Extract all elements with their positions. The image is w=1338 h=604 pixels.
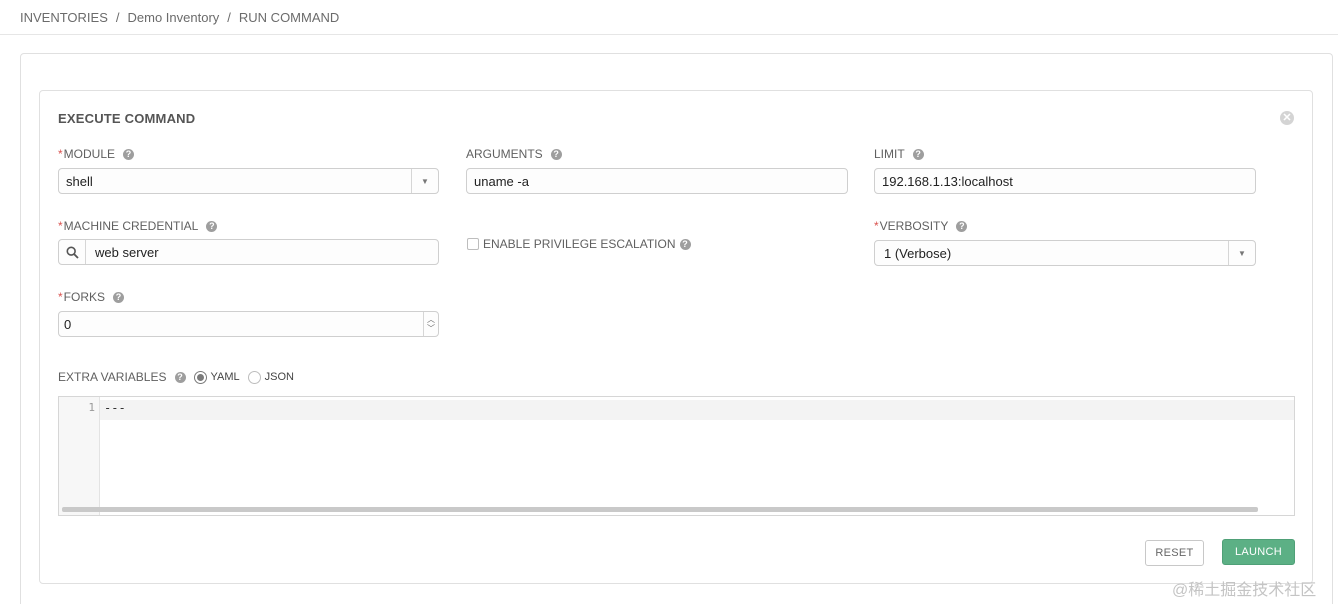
module-value: shell (66, 173, 93, 189)
forks-label: * FORKS? (58, 290, 125, 304)
machine-credential-label: * MACHINE CREDENTIAL? (58, 219, 218, 233)
yaml-radio[interactable] (193, 370, 207, 384)
verbosity-label: * VERBOSITY? (874, 219, 968, 233)
privilege-escalation-checkbox[interactable] (467, 238, 479, 250)
spinner-up-icon[interactable]: ︿ (427, 315, 435, 324)
chevron-down-icon[interactable]: ▼ (411, 169, 438, 193)
privilege-escalation-label: ENABLE PRIVILEGE ESCALATION (483, 237, 676, 251)
json-radio-label[interactable]: JSON (265, 371, 294, 383)
module-select[interactable]: shell ▼ (58, 168, 439, 194)
arguments-value: uname -a (474, 173, 529, 189)
horizontal-scrollbar[interactable] (62, 507, 1258, 512)
spinner-down-icon[interactable]: ﹀ (427, 324, 435, 333)
machine-credential-lookup[interactable]: web server (58, 239, 439, 265)
limit-label: LIMIT? (874, 147, 924, 161)
json-radio[interactable] (247, 370, 261, 384)
help-icon[interactable]: ? (912, 148, 924, 160)
breadcrumb: INVENTORIES / Demo Inventory / RUN COMMAND (0, 0, 1338, 35)
help-icon[interactable]: ? (679, 238, 691, 250)
breadcrumb-run-command: RUN COMMAND (238, 10, 340, 25)
editor-content[interactable]: --- (104, 401, 126, 415)
forks-input[interactable]: 0 ︿ ﹀ (58, 311, 439, 337)
breadcrumb-demo-inventory[interactable]: Demo Inventory (128, 10, 220, 25)
help-icon[interactable]: ? (206, 220, 218, 232)
limit-value: 192.168.1.13:localhost (882, 173, 1013, 189)
verbosity-value: 1 (Verbose) (884, 245, 952, 261)
machine-credential-value: web server (95, 244, 159, 260)
arguments-label: ARGUMENTS? (466, 147, 562, 161)
privilege-escalation-row: ENABLE PRIVILEGE ESCALATION? (467, 237, 691, 251)
verbosity-select[interactable]: 1 (Verbose) ▼ (874, 240, 1256, 266)
search-icon[interactable] (59, 240, 86, 264)
breadcrumb-inventories[interactable]: INVENTORIES (20, 10, 108, 25)
help-icon[interactable]: ? (123, 148, 135, 160)
watermark: @稀土掘金技术社区 (1172, 582, 1317, 599)
line-number: 1 (88, 401, 95, 414)
extra-variables-editor[interactable]: 1 --- (58, 396, 1295, 516)
help-icon[interactable]: ? (174, 371, 186, 383)
close-icon[interactable]: ✕ (1280, 111, 1294, 125)
active-line-highlight (100, 400, 1294, 420)
number-spinner[interactable]: ︿ ﹀ (423, 312, 438, 336)
breadcrumb-separator: / (115, 10, 120, 25)
help-icon[interactable]: ? (550, 148, 562, 160)
limit-input[interactable]: 192.168.1.13:localhost (874, 168, 1256, 194)
help-icon[interactable]: ? (956, 220, 968, 232)
reset-button[interactable]: RESET (1145, 540, 1204, 566)
module-label: * MODULE? (58, 147, 135, 161)
breadcrumb-separator: / (227, 10, 231, 25)
extra-variables-label: EXTRA VARIABLES? YAML JSON (58, 370, 294, 384)
chevron-down-icon[interactable]: ▼ (1228, 241, 1255, 265)
yaml-radio-label[interactable]: YAML (211, 371, 240, 383)
arguments-input[interactable]: uname -a (466, 168, 848, 194)
panel-title: EXECUTE COMMAND (58, 111, 196, 126)
forks-value: 0 (64, 316, 72, 332)
help-icon[interactable]: ? (113, 291, 125, 303)
launch-button[interactable]: LAUNCH (1222, 539, 1295, 565)
editor-gutter: 1 (59, 397, 100, 515)
